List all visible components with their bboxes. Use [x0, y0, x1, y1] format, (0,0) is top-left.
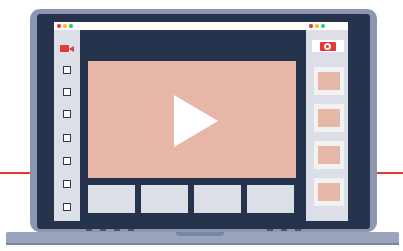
sidebar-checkbox[interactable] [63, 110, 71, 118]
browser-top-bar [54, 22, 348, 30]
sidebar-checkbox[interactable] [63, 88, 71, 96]
snapshot-tile[interactable] [314, 104, 344, 132]
video-thumbnail[interactable] [247, 185, 294, 213]
sidebar-checkbox[interactable] [63, 134, 71, 142]
panel-dot-yellow [315, 24, 319, 28]
snapshot-image [318, 183, 340, 201]
horizon-line-left [0, 172, 34, 174]
sidebar-checkbox[interactable] [63, 66, 71, 74]
horizon-line-right [375, 172, 403, 174]
snapshot-image [318, 109, 340, 127]
play-icon[interactable] [174, 95, 218, 147]
video-thumbnail[interactable] [141, 185, 188, 213]
hinge-vent [295, 229, 301, 231]
sidebar-checkbox[interactable] [63, 157, 71, 165]
laptop-base-notch [176, 232, 224, 236]
window-close-dot[interactable] [57, 24, 61, 28]
hinge-vent [100, 229, 106, 231]
camera-lens-icon [324, 43, 331, 50]
snapshot-button[interactable] [312, 40, 344, 52]
video-thumbnail[interactable] [88, 185, 135, 213]
snapshot-tile[interactable] [314, 67, 344, 95]
hinge-vent [281, 229, 287, 231]
hinge-vent [86, 229, 92, 231]
sidebar-checkbox[interactable] [63, 180, 71, 188]
hinge-vent [114, 229, 120, 231]
laptop-base-edge [6, 243, 399, 245]
snapshot-image [318, 146, 340, 164]
panel-dot-red [309, 24, 313, 28]
snapshot-tile[interactable] [314, 141, 344, 169]
camera-icon[interactable] [60, 45, 69, 52]
snapshot-tile[interactable] [314, 178, 344, 206]
panel-dot-green [321, 24, 325, 28]
hinge-vent [128, 229, 134, 231]
snapshot-image [318, 72, 340, 90]
camera-icon-lens [69, 46, 74, 52]
left-sidebar [54, 30, 80, 221]
sidebar-checkbox[interactable] [63, 203, 71, 211]
video-player[interactable] [88, 61, 296, 178]
window-maximize-dot[interactable] [69, 24, 73, 28]
window-minimize-dot[interactable] [63, 24, 67, 28]
video-thumbnail[interactable] [194, 185, 241, 213]
hinge-vent [267, 229, 273, 231]
